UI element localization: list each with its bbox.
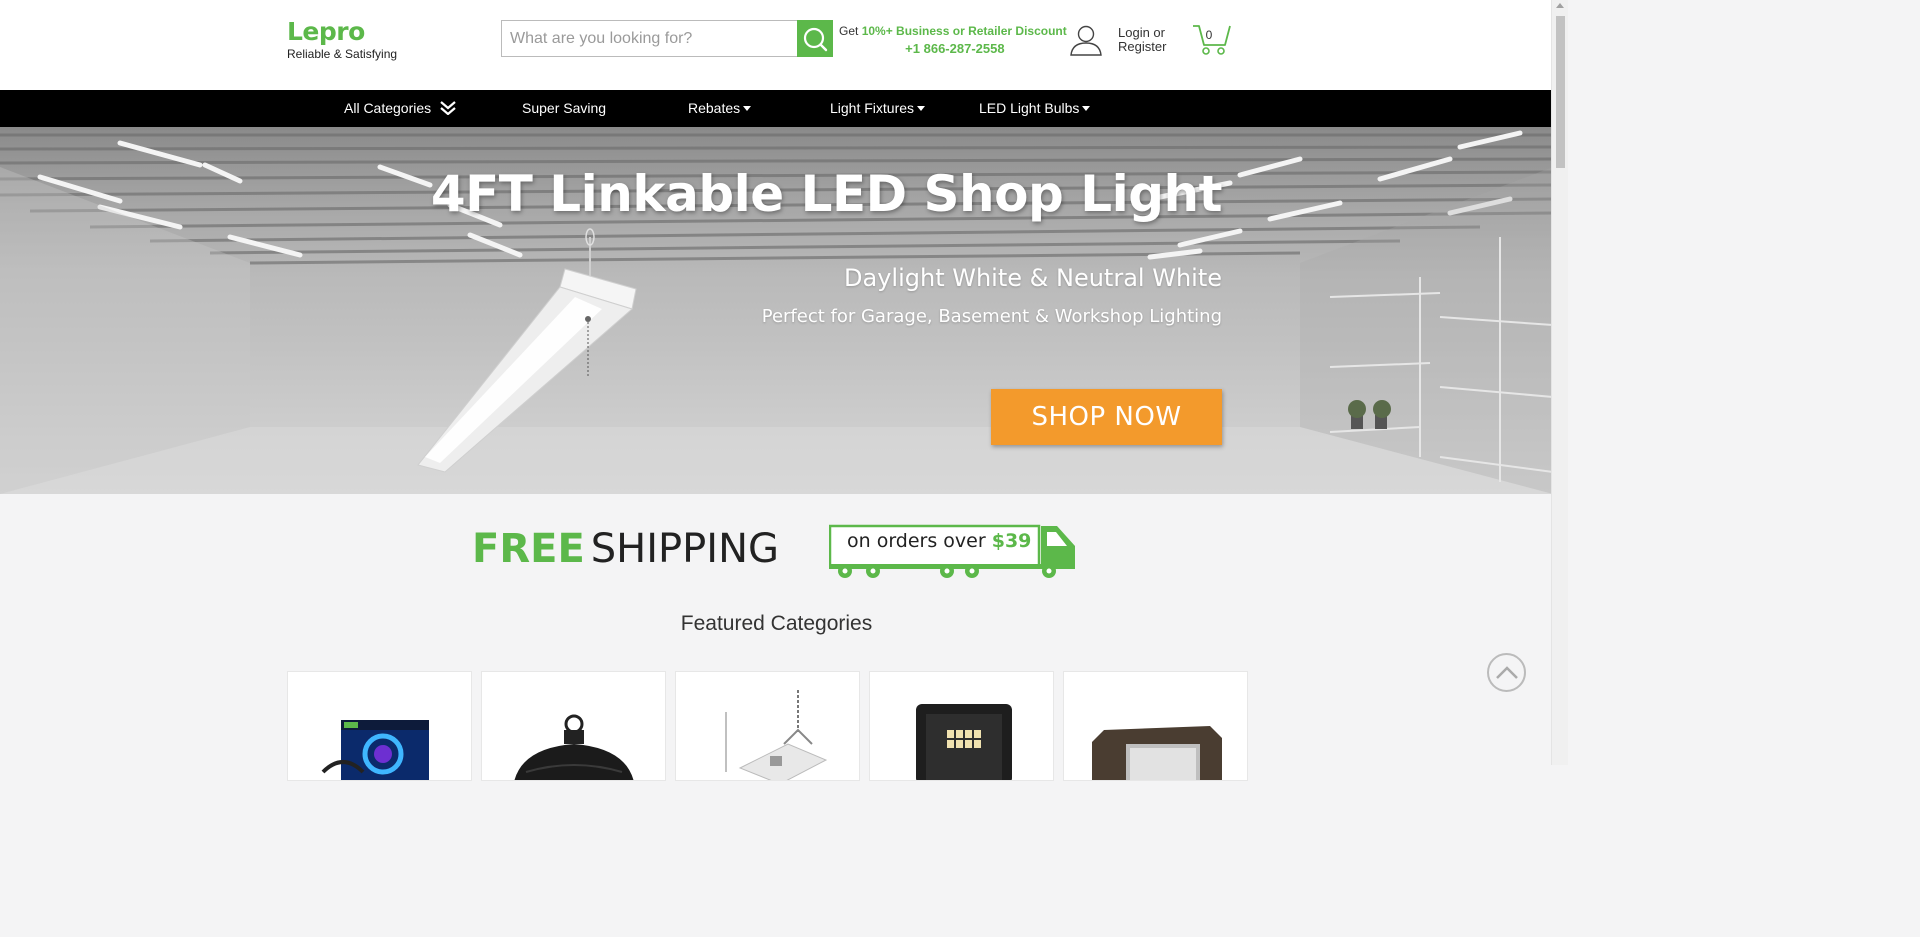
orders-over-label: on orders over <box>847 530 992 552</box>
user-icon <box>1070 25 1102 56</box>
double-chevron-down-icon <box>440 100 456 116</box>
business-discount-promo[interactable]: Get 10%+ Business or Retailer Discount +… <box>839 24 1067 56</box>
logo[interactable]: Lepro Reliable & Satisfying <box>287 17 398 62</box>
caret-down-icon <box>917 105 926 111</box>
logo-wordmark: Lepro <box>287 17 365 46</box>
shop-now-button[interactable]: SHOP NOW <box>991 389 1222 445</box>
scroll-up-arrow-icon[interactable] <box>1556 3 1564 8</box>
cart-button[interactable]: 0 <box>1192 22 1232 56</box>
nav-super-saving[interactable]: Super Saving <box>522 90 606 127</box>
search-button[interactable] <box>797 20 833 57</box>
logo-tagline: Reliable & Satisfying <box>287 47 398 61</box>
led-strip-image <box>321 720 429 780</box>
category-card-led-strip[interactable] <box>287 671 472 781</box>
page-scrollbar[interactable] <box>1551 0 1568 765</box>
chevron-up-icon <box>1495 665 1518 679</box>
min-order-amount: $39 <box>991 530 1032 552</box>
login-link[interactable]: Login or <box>1118 26 1166 40</box>
category-card-flood-light[interactable] <box>869 671 1054 781</box>
nav-label: Rebates <box>688 100 741 116</box>
hero-subtitle: Daylight White & Neutral White <box>844 264 1222 292</box>
promo-get: Get <box>839 24 862 38</box>
nav-label: Super Saving <box>522 100 607 116</box>
cart-count: 0 <box>1205 28 1213 42</box>
nav-light-fixtures[interactable]: Light Fixtures <box>830 90 926 127</box>
linear-high-bay-image <box>725 690 828 780</box>
promo-discount-link[interactable]: 10%+ Business or Retailer Discount <box>862 24 1067 38</box>
scrollbar-thumb[interactable] <box>1556 16 1565 168</box>
search-bar <box>501 20 833 57</box>
register-link[interactable]: Register <box>1118 40 1166 54</box>
nav-label: Light Fixtures <box>830 100 915 116</box>
back-to-top-button[interactable] <box>1487 653 1526 692</box>
search-icon <box>803 27 828 51</box>
nav-rebates[interactable]: Rebates <box>688 90 752 127</box>
site-header: Lepro Reliable & Satisfying Get 10%+ Bus… <box>0 0 1551 90</box>
phone-number[interactable]: +1 866-287-2558 <box>839 41 1067 56</box>
free-shipping-banner: FREE SHIPPING <box>472 526 779 572</box>
wall-pack-image <box>1092 726 1222 780</box>
category-cards <box>287 671 1248 781</box>
free-text: FREE <box>472 526 585 572</box>
min-order-text: on orders over $39 <box>847 530 1031 552</box>
caret-down-icon <box>1082 105 1091 111</box>
shipping-text: SHIPPING <box>590 526 780 572</box>
hero-tagline: Perfect for Garage, Basement & Workshop … <box>761 306 1222 327</box>
nav-label: All Categories <box>344 100 432 116</box>
caret-down-icon <box>743 105 752 111</box>
hero-banner[interactable]: 4FT Linkable LED Shop Light Daylight Whi… <box>0 127 1553 494</box>
hero-title: 4FT Linkable LED Shop Light <box>430 165 1223 223</box>
nav-all-categories[interactable]: All Categories <box>344 90 456 127</box>
main-nav: All Categories Super Saving Rebates Ligh… <box>0 90 1551 127</box>
truck-badge: on orders over $39 <box>829 524 1077 580</box>
nav-led-light-bulbs[interactable]: LED Light Bulbs <box>979 90 1091 127</box>
category-card-wall-pack[interactable] <box>1063 671 1248 781</box>
nav-label: LED Light Bulbs <box>979 100 1080 116</box>
category-card-high-bay[interactable] <box>481 671 666 781</box>
featured-categories-heading: Featured Categories <box>680 612 873 635</box>
account-link[interactable]: Login or Register <box>1069 24 1166 56</box>
flood-light-image <box>916 704 1012 780</box>
ufo-high-bay-image <box>514 714 634 780</box>
search-input[interactable] <box>501 20 798 57</box>
category-card-linear-high-bay[interactable] <box>675 671 860 781</box>
